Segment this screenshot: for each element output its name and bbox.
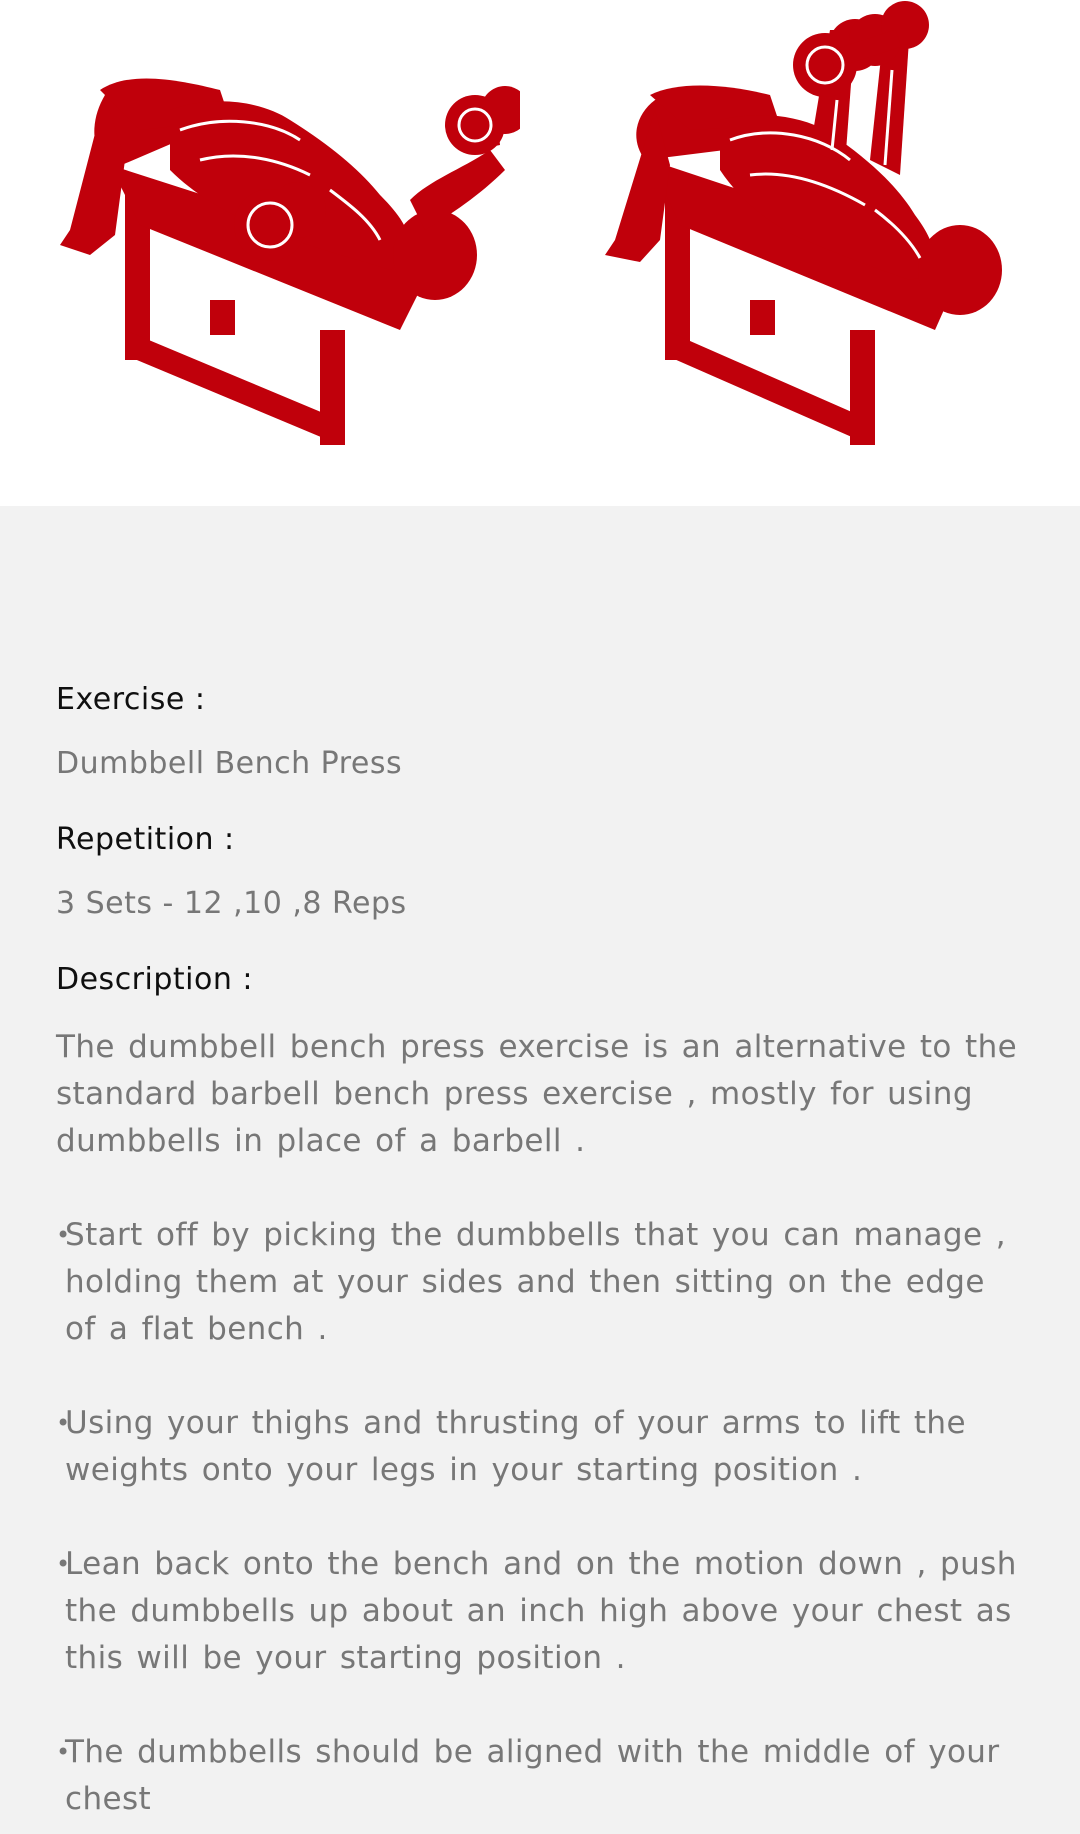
description-intro: The dumbbell bench press exercise is an … bbox=[56, 1029, 1018, 1159]
exercise-detail-page: Exercise : Dumbbell Bench Press Repetiti… bbox=[0, 0, 1080, 1834]
exercise-illustration-banner bbox=[0, 0, 1080, 506]
bullet-icon: • bbox=[56, 1550, 71, 1578]
description-step: • Start off by picking the dumbbells tha… bbox=[56, 1212, 1036, 1353]
bullet-icon: • bbox=[56, 1221, 71, 1249]
description-step-text: Start off by picking the dumbbells that … bbox=[65, 1217, 1006, 1347]
repetition-label: Repetition : bbox=[56, 822, 235, 857]
bullet-icon: • bbox=[56, 1409, 71, 1437]
bench-press-top-illustration bbox=[605, 1, 1002, 445]
exercise-name: Dumbbell Bench Press bbox=[56, 746, 403, 781]
bullet-icon: • bbox=[56, 1738, 71, 1766]
description-step: • Lean back onto the bench and on the mo… bbox=[56, 1541, 1036, 1682]
description-step-text: Using your thighs and thrusting of your … bbox=[65, 1405, 966, 1488]
description-step-text: Lean back onto the bench and on the moti… bbox=[65, 1546, 1017, 1676]
exercise-label: Exercise : bbox=[56, 682, 206, 717]
description-step: • Using your thighs and thrusting of you… bbox=[56, 1400, 1036, 1494]
description-step-text: The dumbbells should be aligned with the… bbox=[65, 1734, 1000, 1817]
exercise-details: Exercise : Dumbbell Bench Press Repetiti… bbox=[56, 680, 1036, 1834]
description-body: The dumbbell bench press exercise is an … bbox=[56, 1024, 1036, 1823]
repetition-value: 3 Sets - 12 ,10 ,8 Reps bbox=[56, 886, 407, 921]
bench-press-start-illustration bbox=[60, 78, 520, 445]
description-label: Description : bbox=[56, 962, 254, 997]
description-step: • The dumbbells should be aligned with t… bbox=[56, 1729, 1036, 1823]
